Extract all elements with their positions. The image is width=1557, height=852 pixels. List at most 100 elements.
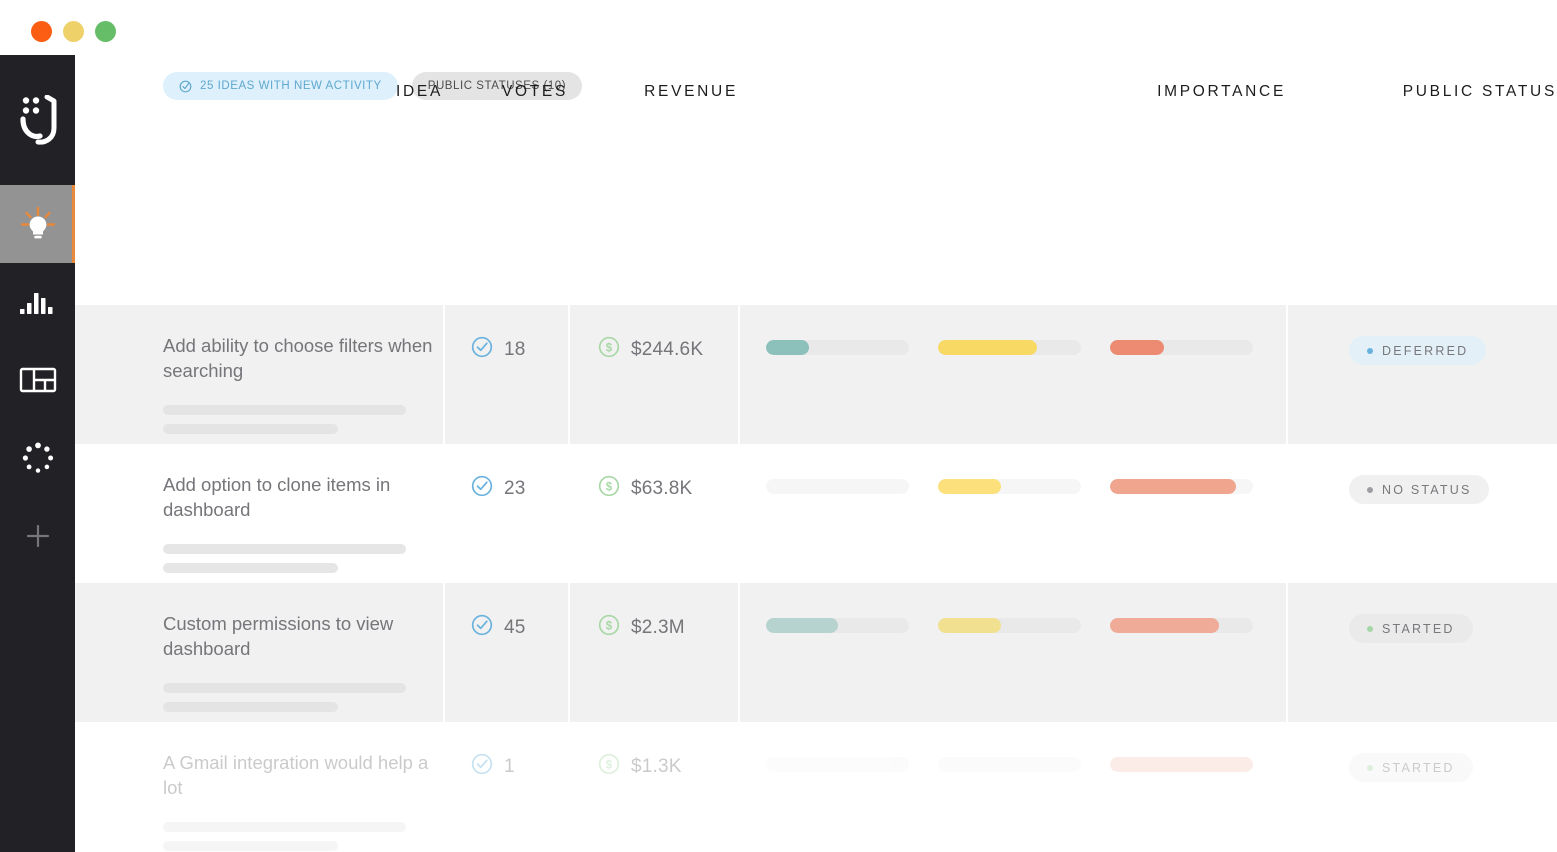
cell-votes[interactable]: 18 bbox=[443, 305, 568, 444]
cell-idea[interactable]: Add option to clone items in dashboard bbox=[75, 444, 443, 583]
cell-public-status[interactable]: STARTED bbox=[1286, 722, 1557, 852]
revenue-value: $63.8K bbox=[631, 477, 693, 499]
table-row[interactable]: Add option to clone items in dashboard 23… bbox=[75, 444, 1557, 583]
board-layout-icon bbox=[19, 367, 56, 393]
cell-importance[interactable] bbox=[738, 583, 1286, 722]
status-badge-label: DEFERRED bbox=[1382, 343, 1469, 358]
table-row[interactable]: A Gmail integration would help a lot 1 $ $1… bbox=[75, 722, 1557, 852]
ideas-table: IDEA VOTES REVENUE IMPORTANCE PUBLIC STA… bbox=[75, 55, 1557, 852]
cell-public-status[interactable]: NO STATUS bbox=[1286, 444, 1557, 583]
column-header-votes[interactable]: VOTES bbox=[443, 55, 568, 305]
cell-revenue[interactable]: $ $2.3M bbox=[568, 583, 738, 722]
cell-idea[interactable]: A Gmail integration would help a lot bbox=[75, 722, 443, 852]
status-dot-icon bbox=[1367, 486, 1373, 493]
check-circle-icon bbox=[471, 475, 493, 502]
importance-bars bbox=[766, 618, 1286, 633]
status-dot-icon bbox=[1367, 625, 1373, 632]
skeleton-bar bbox=[163, 841, 338, 851]
importance-bar-track[interactable] bbox=[766, 479, 909, 494]
status-badge[interactable]: STARTED bbox=[1349, 753, 1473, 782]
status-badge[interactable]: DEFERRED bbox=[1349, 336, 1487, 365]
app-logo[interactable] bbox=[0, 55, 75, 185]
importance-bar-track[interactable] bbox=[766, 757, 909, 772]
table-row[interactable]: Custom permissions to view dashboard 45 $ $… bbox=[75, 583, 1557, 722]
importance-bar-track[interactable] bbox=[1110, 757, 1253, 772]
sidebar-item-ideas[interactable] bbox=[0, 185, 75, 263]
importance-bar-track[interactable] bbox=[766, 340, 909, 355]
status-dot-icon bbox=[1367, 347, 1373, 354]
sidebar-item-add[interactable] bbox=[0, 497, 75, 575]
skeleton-bar bbox=[163, 544, 406, 554]
idea-description-placeholder bbox=[163, 800, 443, 851]
importance-bar-fill bbox=[1110, 340, 1165, 355]
importance-bar-fill bbox=[766, 340, 809, 355]
importance-bar-track[interactable] bbox=[938, 618, 1081, 633]
upvoty-logo-icon bbox=[19, 95, 56, 145]
svg-text:$: $ bbox=[606, 759, 613, 771]
svg-text:$: $ bbox=[606, 481, 613, 493]
revenue-value: $1.3K bbox=[631, 755, 682, 777]
cell-public-status[interactable]: DEFERRED bbox=[1286, 305, 1557, 444]
column-header-public-status[interactable]: PUBLIC STATUS bbox=[1286, 55, 1557, 305]
close-window-button[interactable] bbox=[31, 21, 52, 42]
revenue-value: $2.3M bbox=[631, 616, 685, 638]
importance-bar-track[interactable] bbox=[1110, 479, 1253, 494]
plus-icon bbox=[26, 524, 49, 548]
idea-title: Add ability to choose filters when searc… bbox=[163, 335, 433, 381]
skeleton-bar bbox=[163, 702, 338, 712]
column-header-revenue[interactable]: REVENUE bbox=[568, 55, 738, 305]
importance-bar-fill bbox=[938, 479, 1001, 494]
importance-bar-track[interactable] bbox=[766, 618, 909, 633]
sidebar-item-analytics[interactable] bbox=[0, 263, 75, 341]
cell-revenue[interactable]: $ $244.6K bbox=[568, 305, 738, 444]
cell-votes[interactable]: 1 bbox=[443, 722, 568, 852]
cell-idea[interactable]: Add ability to choose filters when searc… bbox=[75, 305, 443, 444]
table-row[interactable]: Add ability to choose filters when searc… bbox=[75, 305, 1557, 444]
votes-value: 45 bbox=[504, 616, 526, 638]
window-controls bbox=[31, 21, 116, 42]
votes-value: 23 bbox=[504, 477, 526, 499]
revenue-metric: $ $2.3M bbox=[598, 614, 738, 641]
maximize-window-button[interactable] bbox=[95, 21, 116, 42]
status-badge-label: NO STATUS bbox=[1382, 482, 1472, 497]
importance-bar-track[interactable] bbox=[1110, 618, 1253, 633]
minimize-window-button[interactable] bbox=[63, 21, 84, 42]
column-header-importance[interactable]: IMPORTANCE bbox=[738, 55, 1286, 305]
cell-revenue[interactable]: $ $63.8K bbox=[568, 444, 738, 583]
importance-bar-track[interactable] bbox=[938, 757, 1081, 772]
importance-bar-track[interactable] bbox=[1110, 340, 1253, 355]
status-badge[interactable]: NO STATUS bbox=[1349, 475, 1490, 504]
importance-bar-fill bbox=[938, 340, 1037, 355]
table-header-row: IDEA VOTES REVENUE IMPORTANCE PUBLIC STA… bbox=[75, 55, 1557, 305]
importance-bar-track[interactable] bbox=[938, 340, 1081, 355]
idea-description-placeholder bbox=[163, 522, 443, 573]
importance-bar-fill bbox=[1110, 757, 1253, 772]
revenue-metric: $ $244.6K bbox=[598, 336, 738, 363]
cell-revenue[interactable]: $ $1.3K bbox=[568, 722, 738, 852]
status-badge[interactable]: STARTED bbox=[1349, 614, 1473, 643]
idea-title: A Gmail integration would help a lot bbox=[163, 752, 429, 798]
check-circle-icon bbox=[471, 614, 493, 641]
cell-importance[interactable] bbox=[738, 305, 1286, 444]
importance-bar-track[interactable] bbox=[938, 479, 1081, 494]
column-header-idea[interactable]: IDEA bbox=[75, 55, 443, 305]
sidebar-item-boards[interactable] bbox=[0, 341, 75, 419]
cell-importance[interactable] bbox=[738, 444, 1286, 583]
idea-description-placeholder bbox=[163, 383, 443, 434]
cell-public-status[interactable]: STARTED bbox=[1286, 583, 1557, 722]
idea-title: Add option to clone items in dashboard bbox=[163, 474, 391, 520]
app-window: 25 IDEAS WITH NEW ACTIVITY PUBLIC STATUS… bbox=[0, 0, 1557, 852]
cell-votes[interactable]: 23 bbox=[443, 444, 568, 583]
importance-bars bbox=[766, 340, 1286, 355]
revenue-metric: $ $1.3K bbox=[598, 753, 738, 780]
idea-description-placeholder bbox=[163, 661, 443, 712]
importance-bar-fill bbox=[1110, 618, 1219, 633]
skeleton-bar bbox=[163, 424, 338, 434]
sidebar-item-activity[interactable] bbox=[0, 419, 75, 497]
revenue-metric: $ $63.8K bbox=[598, 475, 738, 502]
cell-importance[interactable] bbox=[738, 722, 1286, 852]
cell-idea[interactable]: Custom permissions to view dashboard bbox=[75, 583, 443, 722]
cell-votes[interactable]: 45 bbox=[443, 583, 568, 722]
bar-chart-icon bbox=[19, 293, 52, 314]
importance-bar-fill bbox=[766, 618, 838, 633]
